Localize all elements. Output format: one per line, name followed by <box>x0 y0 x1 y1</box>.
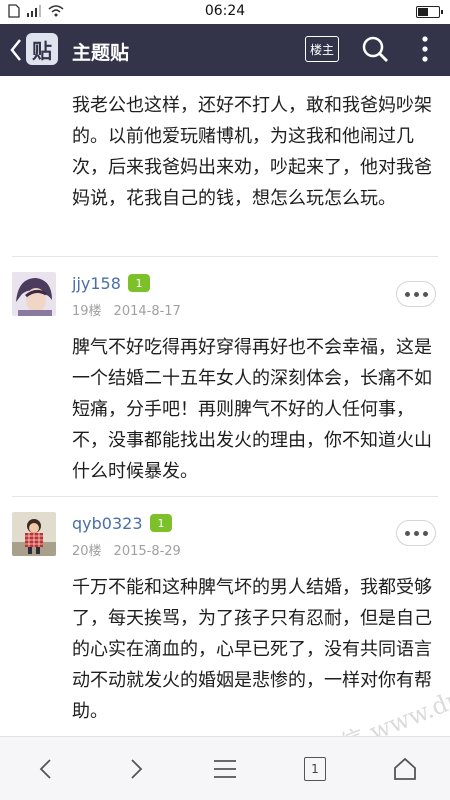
post-text: 我老公也这样，还好不打人，敢和我爸妈吵架的。以前他爱玩赌博机，为这我和他闹过几次… <box>72 95 432 209</box>
nav-bar: 贴 主题贴 楼主 <box>0 24 450 76</box>
post-date: 2015-8-29 <box>113 544 181 559</box>
page-number: 1 <box>304 757 326 781</box>
more-vertical-icon[interactable] <box>415 34 435 64</box>
page-icon[interactable]: 1 <box>297 751 333 787</box>
menu-icon[interactable] <box>207 751 243 787</box>
level-badge: 1 <box>150 514 172 532</box>
post-more-button[interactable] <box>396 281 436 307</box>
username[interactable]: qyb0323 <box>72 514 143 533</box>
louzhu-button[interactable]: 楼主 <box>305 36 339 62</box>
divider <box>12 256 438 257</box>
status-bar: 06:24 <box>0 0 450 24</box>
dot-icon <box>413 530 419 536</box>
thread-content[interactable]: 我老公也这样，还好不打人，敢和我爸妈吵架的。以前他爱玩赌博机，为这我和他闹过几次… <box>0 76 450 736</box>
dot-icon <box>413 291 419 297</box>
avatar[interactable] <box>12 272 56 316</box>
back-arrow-icon[interactable] <box>28 751 64 787</box>
post-more-button[interactable] <box>396 520 436 546</box>
forward-arrow-icon[interactable] <box>118 751 154 787</box>
post-text: 千万不能和这种脾气坏的男人结婚，我都受够了，每天挨骂，为了孩子只有忍耐，但是自己… <box>72 577 432 722</box>
post-text: 脾气不好吃得再好穿得再好也不会幸福，这是一个结婚二十五年女人的深刻体会，长痛不如… <box>72 337 432 482</box>
floor-number: 19楼 <box>72 304 102 319</box>
search-icon[interactable] <box>360 34 390 64</box>
divider <box>12 496 438 497</box>
battery-icon <box>416 6 443 18</box>
post-meta: 19楼 2014-8-17 <box>72 300 181 319</box>
avatar[interactable] <box>12 512 56 556</box>
post-date: 2014-8-17 <box>113 304 181 319</box>
dot-icon <box>422 291 428 297</box>
dot-icon <box>422 530 428 536</box>
home-icon[interactable] <box>387 751 423 787</box>
status-time: 06:24 <box>204 3 246 19</box>
floor-number: 20楼 <box>72 544 102 559</box>
dot-icon <box>404 291 410 297</box>
post-meta: 20楼 2015-8-29 <box>72 540 181 559</box>
username[interactable]: jjy158 <box>72 274 121 293</box>
level-badge: 1 <box>128 274 150 292</box>
back-icon[interactable] <box>8 36 24 64</box>
dot-icon <box>404 530 410 536</box>
page-title: 主题贴 <box>72 42 130 64</box>
bottom-toolbar: 1 <box>0 736 450 800</box>
tieba-logo: 贴 <box>26 33 58 65</box>
